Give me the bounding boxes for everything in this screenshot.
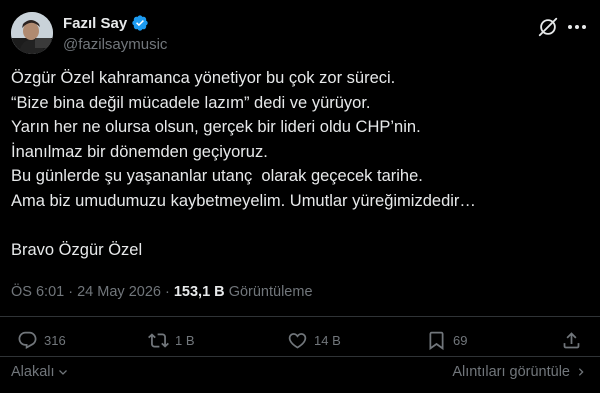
share-button[interactable] xyxy=(561,330,582,351)
tweet-line: İnanılmaz bir dönemden geçiyoruz. xyxy=(11,142,268,161)
chevron-right-icon xyxy=(578,368,584,376)
repost-count: 1 B xyxy=(175,333,195,348)
verified-badge-icon xyxy=(131,14,149,32)
view-quotes-link[interactable]: Alıntıları görüntüle xyxy=(452,364,586,380)
reply-button[interactable]: 316 xyxy=(17,330,66,351)
avatar-image xyxy=(11,12,53,54)
meta-separator: · xyxy=(164,284,170,300)
relevant-sort-button[interactable]: Alakalı xyxy=(11,364,69,380)
views-label: Görüntüleme xyxy=(228,284,313,300)
like-count: 14 B xyxy=(314,333,341,348)
reply-count: 316 xyxy=(44,333,66,348)
tweet-line: Ama biz umudumuzu kaybetmeyelim. Umutlar… xyxy=(11,191,476,210)
bookmark-icon xyxy=(429,331,444,351)
bookmark-count: 69 xyxy=(453,333,468,348)
tweet-line: “Bize bina değil mücadele lazım” dedi ve… xyxy=(11,93,371,112)
reply-icon xyxy=(18,331,37,349)
divider xyxy=(0,356,600,357)
repost-icon xyxy=(148,333,169,348)
author-handle[interactable]: @fazilsaymusic xyxy=(63,36,167,53)
tweet-time[interactable]: ÖS 6:01 xyxy=(11,284,64,300)
like-button[interactable]: 14 B xyxy=(287,330,341,351)
author-name-row: Fazıl Say xyxy=(63,14,149,32)
tweet-date[interactable]: 24 May 2026 xyxy=(77,284,161,300)
divider xyxy=(0,316,600,317)
grok-icon[interactable] xyxy=(537,16,559,38)
bookmark-button[interactable]: 69 xyxy=(426,330,467,351)
action-bar: 316 1 B 14 B 69 xyxy=(0,330,600,356)
view-quotes-label: Alıntıları görüntüle xyxy=(452,364,570,380)
repost-button[interactable]: 1 B xyxy=(148,330,195,351)
chevron-down-icon xyxy=(58,370,67,375)
tweet-text: Özgür Özel kahramanca yönetiyor bu çok z… xyxy=(11,66,591,262)
more-options-icon[interactable] xyxy=(566,18,588,36)
relevant-sort-label: Alakalı xyxy=(11,364,55,380)
heart-icon xyxy=(288,333,307,349)
share-icon xyxy=(563,332,580,349)
tweet-line: Özgür Özel kahramanca yönetiyor bu çok z… xyxy=(11,69,396,87)
tweet-line: Yarın her ne olursa olsun, gerçek bir li… xyxy=(11,118,421,136)
meta-separator: · xyxy=(68,284,74,300)
tweet-line: Bu günlerde şu yaşananlar utanç olarak g… xyxy=(11,167,423,185)
tweet-line: Bravo Özgür Özel xyxy=(11,240,143,259)
tweet-meta: ÖS 6:01 · 24 May 2026 · 153,1 B Görüntül… xyxy=(11,284,313,300)
avatar[interactable] xyxy=(11,12,53,54)
author-name[interactable]: Fazıl Say xyxy=(63,15,127,32)
view-count: 153,1 B xyxy=(173,284,225,300)
